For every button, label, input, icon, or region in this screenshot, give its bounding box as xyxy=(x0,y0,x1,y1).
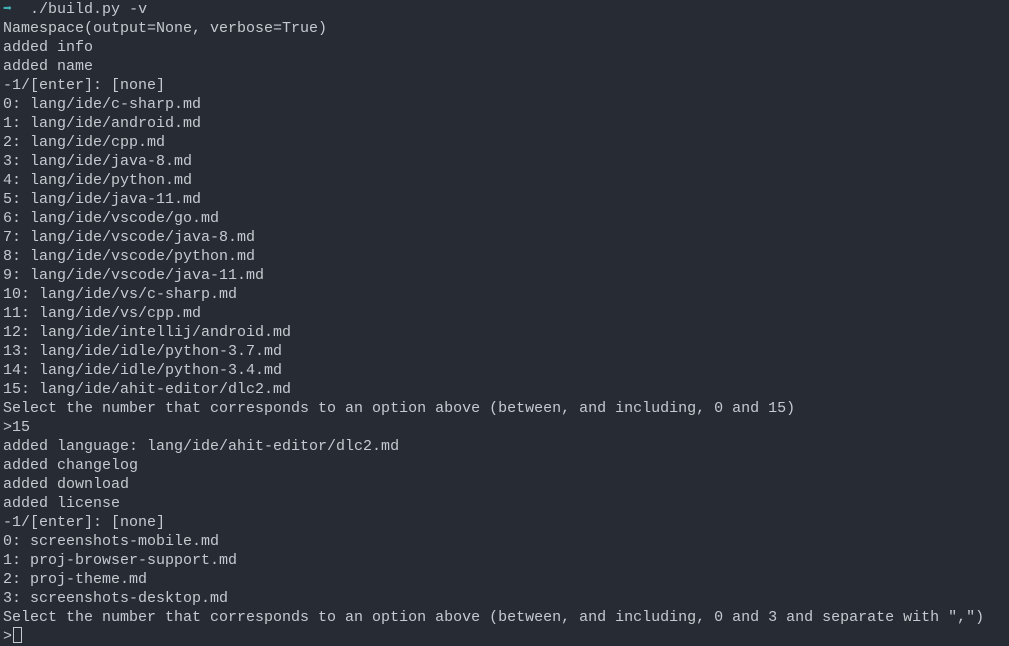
output-line: 9: lang/ide/vscode/java-11.md xyxy=(3,267,265,284)
output-line: added download xyxy=(3,476,130,493)
output-line: 1: lang/ide/android.md xyxy=(3,115,202,132)
output-line: added language: lang/ide/ahit-editor/dlc… xyxy=(3,438,400,455)
output-line: added info xyxy=(3,39,94,56)
input-line[interactable]: > xyxy=(3,627,1009,646)
output-line: 12: lang/ide/intellij/android.md xyxy=(3,324,292,341)
output-line: Namespace(output=None, verbose=True) xyxy=(3,20,328,37)
terminal-output: Namespace(output=None, verbose=True) adde… xyxy=(3,19,1009,627)
output-line: 3: screenshots-desktop.md xyxy=(3,590,229,607)
output-line: 15: lang/ide/ahit-editor/dlc2.md xyxy=(3,381,292,398)
terminal[interactable]: ➡ ./build.py -v Namespace(output=None, v… xyxy=(0,0,1009,646)
prompt-arrow-icon: ➡ xyxy=(3,1,13,18)
cursor xyxy=(13,627,23,643)
output-line: 0: lang/ide/c-sharp.md xyxy=(3,96,202,113)
output-line: 4: lang/ide/python.md xyxy=(3,172,193,189)
output-line: 13: lang/ide/idle/python-3.7.md xyxy=(3,343,283,360)
output-line: -1/[enter]: [none] xyxy=(3,77,166,94)
output-line: 14: lang/ide/idle/python-3.4.md xyxy=(3,362,283,379)
command-text: ./build.py -v xyxy=(30,1,148,18)
output-line: 5: lang/ide/java-11.md xyxy=(3,191,202,208)
output-line: 3: lang/ide/java-8.md xyxy=(3,153,193,170)
output-line: 11: lang/ide/vs/cpp.md xyxy=(3,305,202,322)
output-line: 0: screenshots-mobile.md xyxy=(3,533,220,550)
output-line: >15 xyxy=(3,419,31,436)
output-line: 7: lang/ide/vscode/java-8.md xyxy=(3,229,256,246)
output-line: added license xyxy=(3,495,121,512)
command-line: ➡ ./build.py -v xyxy=(3,0,1009,19)
output-line: 6: lang/ide/vscode/go.md xyxy=(3,210,220,227)
output-line: 8: lang/ide/vscode/python.md xyxy=(3,248,256,265)
output-line: 2: lang/ide/cpp.md xyxy=(3,134,166,151)
output-line: Select the number that corresponds to an… xyxy=(3,400,796,417)
output-line: 2: proj-theme.md xyxy=(3,571,148,588)
output-line: added changelog xyxy=(3,457,139,474)
output-line: Select the number that corresponds to an… xyxy=(3,609,985,626)
output-line: 10: lang/ide/vs/c-sharp.md xyxy=(3,286,238,303)
input-prompt: > xyxy=(3,628,13,645)
output-line: added name xyxy=(3,58,94,75)
output-line: 1: proj-browser-support.md xyxy=(3,552,238,569)
output-line: -1/[enter]: [none] xyxy=(3,514,166,531)
